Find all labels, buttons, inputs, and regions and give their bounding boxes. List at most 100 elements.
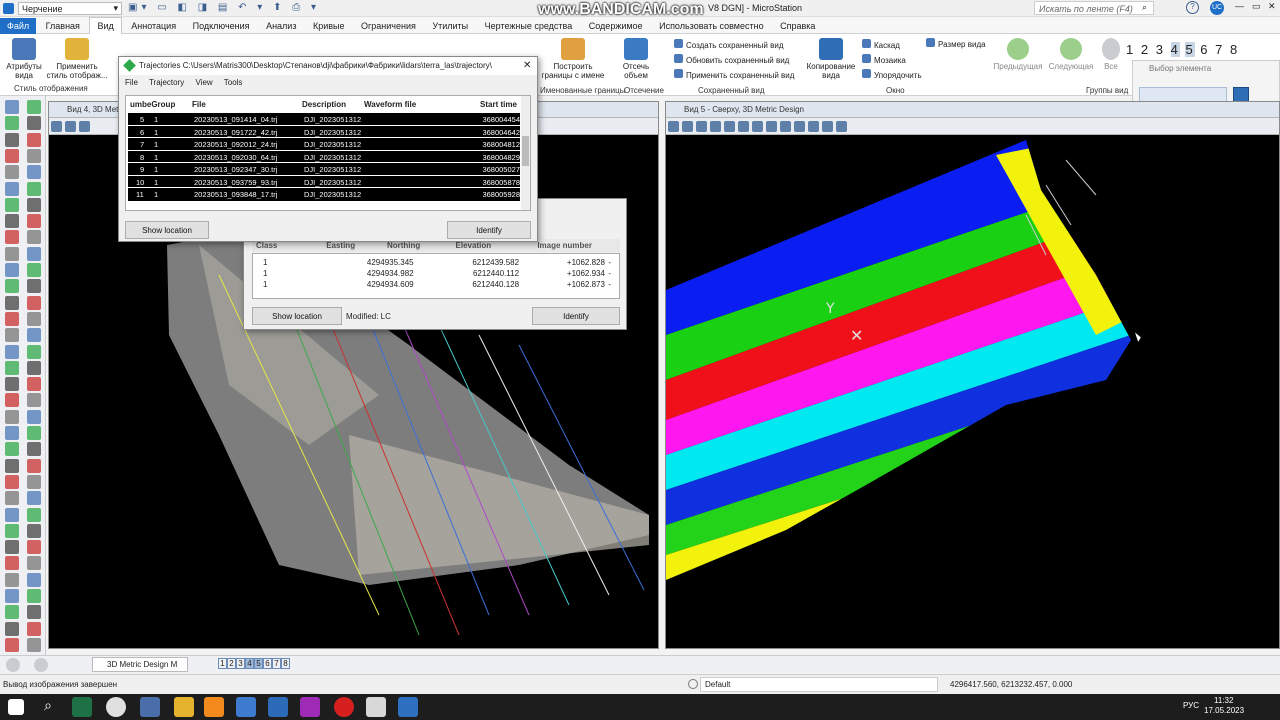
table-row[interactable]: 11 1 20230513_093848_17.trj DJI_2023051312 3… <box>128 188 520 201</box>
tool-icon[interactable] <box>5 474 19 489</box>
view-button-1[interactable]: 1 <box>218 658 227 669</box>
view-button-8[interactable]: 8 <box>281 658 290 669</box>
tool-icon[interactable] <box>5 589 19 603</box>
all-button[interactable]: Все <box>1098 38 1124 71</box>
excel-icon[interactable] <box>72 697 92 717</box>
view-toggle-3[interactable]: 3 <box>1156 42 1165 57</box>
user-avatar[interactable]: UC <box>1210 1 1224 15</box>
view-toggle-8[interactable]: 8 <box>1230 42 1239 57</box>
menu-tools[interactable]: Tools <box>224 78 243 87</box>
rotate-icon[interactable] <box>766 121 777 132</box>
view-size-button[interactable]: Размер вида <box>926 38 986 49</box>
tool-icon[interactable] <box>5 311 19 326</box>
tab-utilities[interactable]: Утилиты <box>425 18 475 34</box>
view-toggle-2[interactable]: 2 <box>1141 42 1150 57</box>
microstation-icon[interactable] <box>398 697 418 717</box>
language-indicator[interactable]: РУС <box>1183 701 1199 710</box>
tool-icon[interactable] <box>27 572 41 587</box>
tool-icon[interactable] <box>27 148 41 163</box>
table-row[interactable]: 1 4294935.345 6212439.582 +1062.828- <box>253 257 611 268</box>
table-row[interactable]: 8 1 20230513_092030_64.trj DJI_2023051312 36… <box>128 150 520 163</box>
tool-icon[interactable] <box>5 426 19 440</box>
previous-view-icon[interactable] <box>794 121 805 132</box>
tool-icon[interactable] <box>27 116 41 131</box>
remote-desktop-icon[interactable] <box>268 697 288 717</box>
tool-icon[interactable] <box>27 100 41 114</box>
update-saved-view-button[interactable]: Обновить сохраненный вид <box>674 53 794 68</box>
bandicam-icon[interactable] <box>334 697 354 717</box>
next-button[interactable]: Следующая <box>1046 38 1096 71</box>
gear-icon[interactable] <box>79 121 90 132</box>
view-button-3[interactable]: 3 <box>236 658 245 669</box>
clock-date[interactable]: 17.05.2023 <box>1204 706 1244 715</box>
tool-icon[interactable] <box>27 279 41 294</box>
identify-show-location-button[interactable]: Show location <box>252 307 342 325</box>
tool-icon[interactable] <box>5 360 19 375</box>
copy-view-button[interactable]: Копирование вида <box>804 38 858 80</box>
vlc-icon[interactable] <box>204 697 224 717</box>
view-attributes-button[interactable]: Атрибуты вида <box>2 38 46 80</box>
view-attributes-icon[interactable] <box>51 121 62 132</box>
tool-icon[interactable] <box>5 116 19 131</box>
file-explorer-icon[interactable] <box>174 697 194 717</box>
tool-icon[interactable] <box>5 442 19 457</box>
tool-icon[interactable] <box>5 556 19 571</box>
view-5-window[interactable]: Вид 5 - Сверху, 3D Metric Design Y ✕ <box>665 101 1280 649</box>
tab-analysis[interactable]: Анализ <box>259 18 303 34</box>
table-row[interactable]: 1 4294934.982 6212440.112 +1062.934- <box>253 268 611 279</box>
update-icon[interactable] <box>65 121 76 132</box>
tool-icon[interactable] <box>27 523 41 538</box>
build-named-bounds-button[interactable]: Построить границы с имене <box>540 38 606 80</box>
menu-view[interactable]: View <box>195 78 212 87</box>
tool-icon[interactable] <box>5 409 19 424</box>
tool-icon[interactable] <box>27 165 41 180</box>
tool-icon[interactable] <box>27 344 41 359</box>
view-button-2[interactable]: 2 <box>227 658 236 669</box>
tool-icon[interactable] <box>5 100 19 114</box>
table-row[interactable]: 10 1 20230513_093759_93.trj DJI_2023051312 3… <box>128 175 520 188</box>
tool-icon[interactable] <box>27 246 41 261</box>
forward-icon[interactable] <box>34 658 48 672</box>
active-level-field[interactable]: Default <box>700 677 938 692</box>
tool-icon[interactable] <box>27 474 41 489</box>
tool-icon[interactable] <box>5 572 19 587</box>
view-toggle-6[interactable]: 6 <box>1200 42 1209 57</box>
clock-time[interactable]: 11:32 <box>1214 696 1233 705</box>
tool-icon[interactable] <box>5 344 19 359</box>
view-button-6[interactable]: 6 <box>263 658 272 669</box>
tab-content[interactable]: Содержимое <box>582 18 650 34</box>
tool-icon[interactable] <box>27 621 41 636</box>
tab-help[interactable]: Справка <box>773 18 822 34</box>
tool-icon[interactable] <box>5 148 19 163</box>
zoom-out-icon[interactable] <box>724 121 735 132</box>
apply-saved-view-button[interactable]: Применить сохраненный вид <box>674 68 794 83</box>
back-icon[interactable] <box>6 658 20 672</box>
tool-icon[interactable] <box>27 263 41 277</box>
model-selector[interactable]: 3D Metric Design M <box>92 657 188 672</box>
tool-icon[interactable] <box>27 132 41 147</box>
tool-icon[interactable] <box>5 491 19 506</box>
tool-icon[interactable] <box>27 409 41 424</box>
menu-file[interactable]: File <box>125 78 138 87</box>
help-icon[interactable]: ? <box>1186 1 1199 14</box>
tool-icon[interactable] <box>5 328 19 343</box>
ribbon-search-input[interactable]: Искать по ленте (F4) <box>1034 1 1154 15</box>
mosaic-button[interactable]: Мозаика <box>862 53 922 68</box>
tool-icon[interactable] <box>5 246 19 261</box>
table-row[interactable]: 1 4294934.609 6212440.128 +1062.873- <box>253 279 611 290</box>
tab-home[interactable]: Главная <box>39 18 87 34</box>
maximize-button[interactable]: ▭ <box>1252 1 1261 12</box>
tool-icon[interactable] <box>5 230 19 245</box>
quick-access-toolbar[interactable]: ▣▾ ▭ ◧ ◨ ▤ ↶ ▾ ⬆ ⎙ ▾ <box>128 2 320 13</box>
tool-icon[interactable] <box>27 328 41 343</box>
tool-icon[interactable] <box>5 637 19 652</box>
trajectories-show-location-button[interactable]: Show location <box>125 221 209 239</box>
view-button-5[interactable]: 5 <box>254 658 263 669</box>
tool-icon[interactable] <box>27 214 41 229</box>
scrollbar-thumb[interactable] <box>522 136 529 166</box>
tab-constraints[interactable]: Ограничения <box>354 18 423 34</box>
identify-list[interactable]: 1 4294935.345 6212439.582 +1062.828- 1 42949… <box>252 253 620 299</box>
trajectories-scrollbar[interactable] <box>521 96 530 210</box>
tool-icon[interactable] <box>27 491 41 506</box>
tool-icon[interactable] <box>5 214 19 229</box>
